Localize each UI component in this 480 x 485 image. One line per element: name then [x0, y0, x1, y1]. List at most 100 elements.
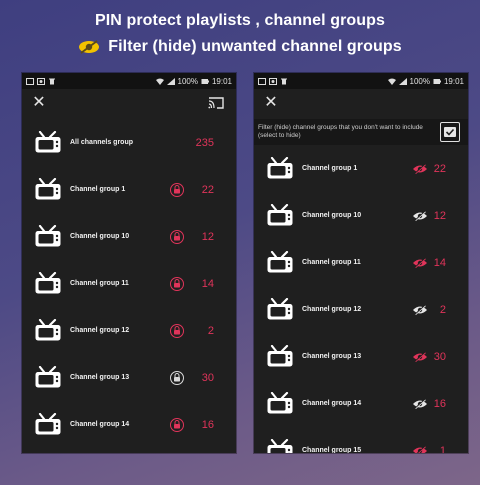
eye-visible-icon[interactable]: [412, 304, 428, 315]
close-button[interactable]: ✕: [32, 95, 46, 111]
tv-icon: [267, 156, 293, 178]
status-bar: 100% 19:01: [254, 73, 468, 89]
channel-group-row[interactable]: Channel group 11 14: [22, 260, 236, 307]
channel-group-row[interactable]: Channel group 14 16: [22, 401, 236, 448]
channel-group-row[interactable]: Channel group 14 16: [254, 380, 468, 427]
status-time: 19:01: [211, 76, 232, 86]
channel-count: 2: [207, 324, 214, 337]
headline-line-2-text: Filter (hide) unwanted channel groups: [108, 38, 402, 55]
notification-icon: [258, 77, 266, 85]
eye-visible-icon[interactable]: [412, 210, 428, 221]
channel-group-row[interactable]: Channel group 15 1: [254, 427, 468, 453]
battery-percent: 100%: [409, 76, 430, 86]
trash-icon: [281, 78, 287, 84]
channel-group-label: Channel group 10: [70, 233, 130, 240]
channel-group-label: Channel group 11: [70, 280, 129, 287]
tv-icon: [35, 177, 61, 199]
channel-count: 30: [433, 350, 446, 363]
lock-toggle-icon[interactable]: [170, 182, 184, 197]
headline-line-1: PIN protect playlists , channel groups: [94, 12, 386, 29]
left-phone-screen: 100% 19:01 ✕ All channels group 235 Channe…: [22, 73, 236, 453]
gallery-icon: [269, 77, 277, 85]
channel-group-label: Channel group 13: [70, 374, 130, 381]
tv-icon: [267, 297, 293, 319]
wifi-icon: [155, 78, 164, 85]
battery-icon: [201, 78, 209, 84]
status-left-icons: [26, 77, 56, 85]
headline-line-2: Filter (hide) unwanted channel groups: [0, 38, 480, 56]
channel-group-row[interactable]: Channel group 122: [254, 286, 468, 333]
lock-toggle-icon[interactable]: [170, 229, 184, 244]
status-right-icons: 100% 19:01: [387, 76, 464, 86]
channel-count: 14: [201, 277, 214, 290]
tv-icon: [267, 391, 293, 413]
tv-icon: [35, 365, 61, 387]
battery-percent: 100%: [177, 76, 198, 86]
channel-count: 14: [433, 256, 446, 269]
lock-toggle-icon[interactable]: [170, 370, 184, 385]
tv-icon: [35, 130, 61, 152]
wifi-icon: [387, 78, 396, 85]
channel-count: 12: [201, 230, 214, 243]
close-button[interactable]: ✕: [264, 95, 278, 111]
channel-group-label: Channel group 10: [302, 212, 362, 219]
app-bar: ✕: [254, 89, 468, 119]
trash-icon: [49, 78, 55, 84]
notification-icon: [26, 77, 34, 85]
channel-group-label: Channel group 15: [302, 447, 362, 453]
lock-toggle-icon[interactable]: [170, 323, 184, 338]
channel-group-row[interactable]: All channels group 235: [22, 119, 236, 166]
channel-group-label: Channel group 1: [70, 186, 126, 193]
channel-group-row[interactable]: Channel group 10 12: [22, 213, 236, 260]
channel-count: 22: [201, 183, 214, 196]
status-left-icons: [258, 77, 288, 85]
channel-group-filter-list: Channel group 1 22 Channel group 10 12 Chann…: [254, 145, 468, 453]
channel-group-label: Channel group 11: [302, 259, 361, 266]
signal-icon: [398, 77, 407, 85]
tv-icon: [35, 412, 61, 434]
eye-hidden-icon[interactable]: [412, 445, 428, 454]
channel-group-label: Channel group 13: [302, 353, 362, 360]
channel-group-row[interactable]: Channel group 11 14: [254, 239, 468, 286]
app-bar: ✕: [22, 89, 236, 119]
battery-icon: [433, 78, 441, 84]
channel-group-row[interactable]: Channel group 1 22: [22, 166, 236, 213]
lock-toggle-icon[interactable]: [170, 417, 184, 432]
status-bar: 100% 19:01: [22, 73, 236, 89]
eye-hidden-icon[interactable]: [412, 257, 428, 268]
channel-group-label: Channel group 14: [302, 400, 362, 407]
channel-group-row[interactable]: Channel group 13 30: [22, 354, 236, 401]
channel-group-label: Channel group 1: [302, 165, 358, 172]
channel-group-row[interactable]: Channel group 12 2: [22, 307, 236, 354]
channel-count: 16: [201, 418, 214, 431]
hidden-eye-icon: [79, 40, 100, 54]
tv-icon: [267, 438, 293, 453]
channel-group-label: Channel group 14: [70, 421, 130, 428]
channel-count: 2: [439, 303, 446, 316]
right-phone-screen: 100% 19:01 ✕ Filter (hide) channel group…: [254, 73, 468, 453]
channel-count: 1: [439, 444, 446, 454]
select-all-checkbox[interactable]: [440, 122, 460, 142]
tv-icon: [35, 224, 61, 246]
eye-visible-icon[interactable]: [412, 398, 428, 409]
tv-icon: [267, 344, 293, 366]
channel-group-row[interactable]: Channel group 1 22: [254, 145, 468, 192]
check-icon: [444, 127, 456, 137]
channel-count: 235: [195, 136, 214, 149]
channel-count: 16: [433, 397, 446, 410]
tv-icon: [35, 271, 61, 293]
channel-group-row[interactable]: Channel group 10 12: [254, 192, 468, 239]
channel-group-label: All channels group: [70, 139, 134, 146]
channel-count: 22: [433, 162, 446, 175]
eye-hidden-icon[interactable]: [412, 351, 428, 362]
eye-hidden-icon[interactable]: [412, 163, 428, 174]
gallery-icon: [37, 77, 45, 85]
signal-icon: [166, 77, 175, 85]
status-time: 19:01: [443, 76, 464, 86]
tv-icon: [267, 203, 293, 225]
cast-icon[interactable]: [208, 97, 224, 109]
filter-instruction-text: Filter (hide) channel groups that you do…: [258, 124, 423, 139]
channel-group-label: Channel group 12: [70, 327, 130, 334]
lock-toggle-icon[interactable]: [170, 276, 184, 291]
channel-group-row[interactable]: Channel group 13 30: [254, 333, 468, 380]
